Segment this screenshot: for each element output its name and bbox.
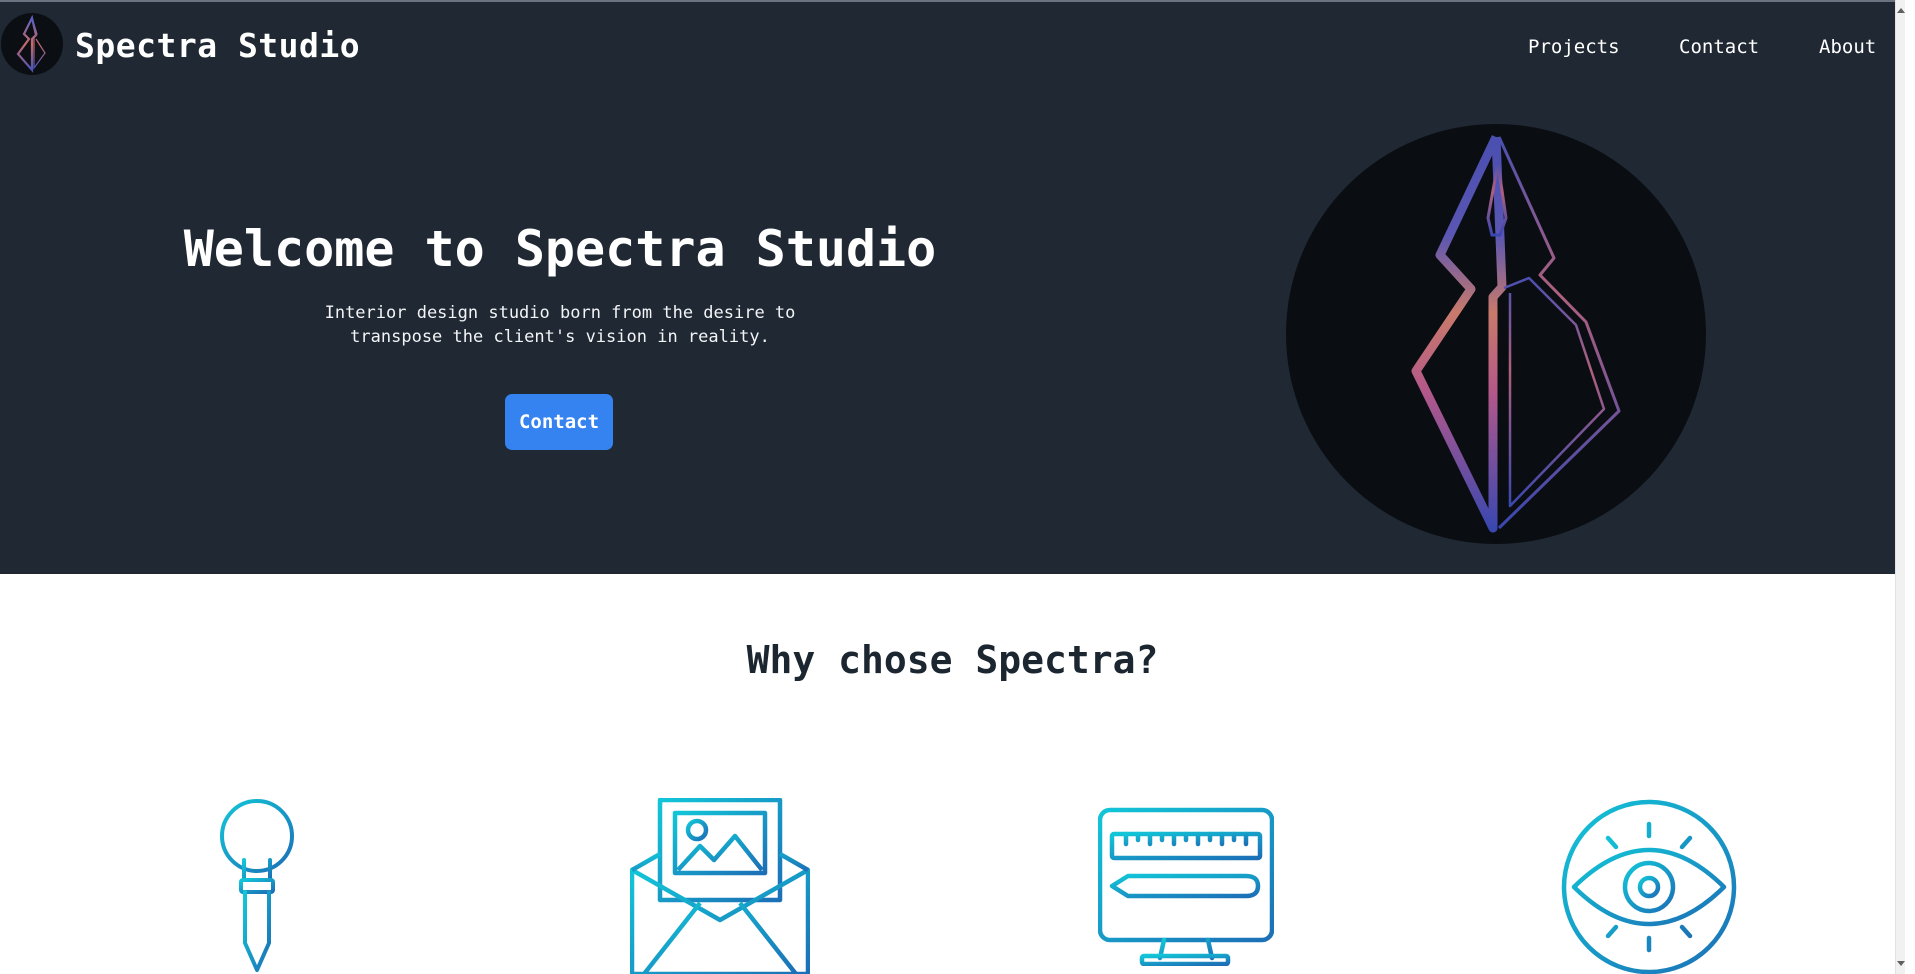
- hero-title: Welcome to Spectra Studio: [183, 220, 937, 278]
- nav-link-about[interactable]: About: [1819, 36, 1876, 58]
- hero-section: Spectra Studio Projects Contact About We…: [0, 0, 1905, 574]
- spectra-emblem-icon: [1286, 124, 1706, 544]
- lightbulb-pencil-icon: [220, 799, 294, 972]
- eye-icon: [1561, 799, 1737, 974]
- envelope-picture-icon: [630, 798, 810, 974]
- contact-button[interactable]: Contact: [505, 394, 613, 450]
- scroll-down-icon[interactable]: [1897, 961, 1905, 966]
- scroll-up-icon[interactable]: [1897, 8, 1905, 13]
- brand-logo-icon[interactable]: [0, 12, 64, 76]
- nav-link-contact[interactable]: Contact: [1679, 36, 1759, 58]
- page: Spectra Studio Projects Contact About We…: [0, 0, 1905, 974]
- hero-subtitle: Interior design studio born from the des…: [324, 303, 796, 347]
- nav-link-projects[interactable]: Projects: [1528, 36, 1620, 58]
- vertical-scrollbar[interactable]: [1895, 0, 1905, 974]
- monitor-ruler-pencil-icon: [1098, 807, 1274, 966]
- why-spectra-title: Why chose Spectra?: [746, 638, 1159, 682]
- brand-title[interactable]: Spectra Studio: [75, 26, 360, 65]
